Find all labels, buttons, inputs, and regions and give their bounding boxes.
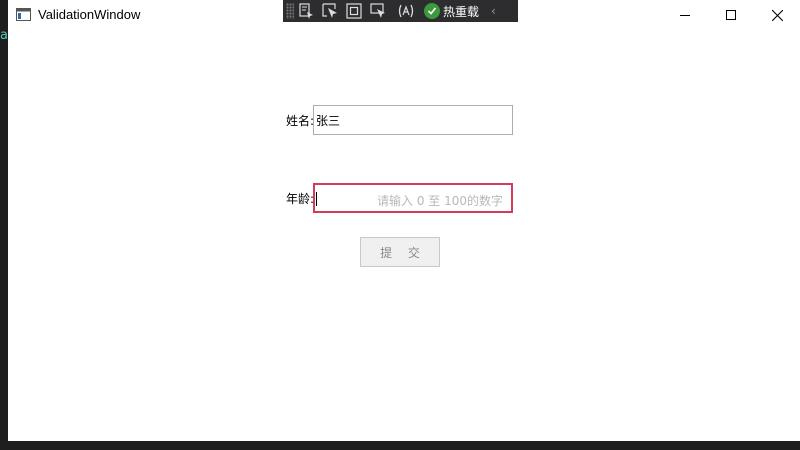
window-title: ValidationWindow xyxy=(38,7,141,22)
binding-failures-button[interactable] xyxy=(394,0,418,22)
collapse-toolbar-button[interactable]: ‹ xyxy=(491,4,496,18)
app-window-icon xyxy=(16,8,31,21)
submit-button[interactable]: 提 交 xyxy=(360,237,440,267)
background-status-strip xyxy=(0,441,800,450)
checkmark-icon xyxy=(427,7,437,15)
minimize-icon xyxy=(680,15,690,16)
validation-window: ValidationWindow 热重载 ‹ 姓名: 张三 年龄: 请输入 0 … xyxy=(8,0,800,441)
age-input[interactable]: 请输入 0 至 100的数字 xyxy=(313,183,513,213)
track-focus-icon xyxy=(370,3,385,18)
xaml-debug-toolbar: 热重载 ‹ xyxy=(283,0,518,22)
name-label: 姓名: xyxy=(286,114,315,128)
track-focused-element-button[interactable] xyxy=(366,0,390,22)
display-layout-adorners-button[interactable] xyxy=(342,0,366,22)
visual-tree-icon xyxy=(299,3,313,19)
layout-adorner-icon xyxy=(346,3,362,19)
maximize-button[interactable] xyxy=(708,0,754,30)
toolbar-grip-handle[interactable] xyxy=(286,3,294,19)
binding-failures-icon xyxy=(398,4,414,18)
select-element-icon xyxy=(322,3,337,18)
close-icon xyxy=(771,9,783,21)
close-button[interactable] xyxy=(754,0,800,30)
select-element-button[interactable] xyxy=(318,0,342,22)
age-label: 年龄: xyxy=(286,192,315,206)
name-input[interactable]: 张三 xyxy=(313,105,513,135)
name-input-value: 张三 xyxy=(316,114,341,128)
age-input-placeholder: 请输入 0 至 100的数字 xyxy=(377,194,503,208)
hot-reload-label[interactable]: 热重载 xyxy=(443,3,479,20)
background-code-glyph: a xyxy=(0,28,8,43)
go-to-live-visual-tree-button[interactable] xyxy=(294,0,318,22)
hot-reload-status-icon xyxy=(424,3,440,19)
minimize-button[interactable] xyxy=(662,0,708,30)
text-caret xyxy=(316,192,317,206)
maximize-icon xyxy=(726,10,736,20)
background-editor-strip: a xyxy=(0,0,8,450)
